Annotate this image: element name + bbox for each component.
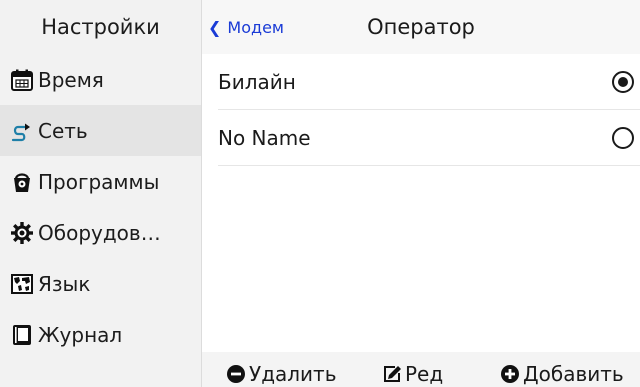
delete-label: Удалить xyxy=(249,362,337,386)
sidebar-item-label: Оборудов… xyxy=(38,220,161,245)
chevron-left-icon: ❮ xyxy=(208,17,222,37)
operator-list: Билайн No Name xyxy=(202,54,640,352)
back-button[interactable]: ❮ Модем xyxy=(208,0,284,54)
sidebar-item-language[interactable]: Язык xyxy=(0,258,201,309)
sidebar-item-label: Программы xyxy=(38,169,160,194)
bottom-toolbar: Удалить Ред Добавить xyxy=(202,352,640,387)
list-item[interactable]: Билайн xyxy=(202,54,640,110)
plus-circle-icon xyxy=(501,365,519,383)
operator-name: No Name xyxy=(218,126,311,150)
map-icon xyxy=(10,272,34,296)
sidebar-item-time[interactable]: Время xyxy=(0,54,201,105)
radio-selected[interactable] xyxy=(612,71,634,93)
sidebar-title: Настройки xyxy=(41,15,160,39)
add-button[interactable]: Добавить xyxy=(500,352,624,387)
gear-icon xyxy=(10,221,34,245)
sidebar-item-log[interactable]: Журнал xyxy=(0,309,201,360)
row-separator xyxy=(218,165,640,166)
calendar-icon xyxy=(10,68,34,92)
edit-label: Ред xyxy=(405,362,444,386)
radio-unselected[interactable] xyxy=(612,127,634,149)
list-item[interactable]: No Name xyxy=(202,110,640,166)
sidebar-item-hardware[interactable]: Оборудов… xyxy=(0,207,201,258)
sidebar-item-label: Время xyxy=(38,67,104,92)
minus-circle-icon xyxy=(227,365,245,383)
back-label: Модем xyxy=(227,17,284,37)
sidebar-item-network[interactable]: Сеть xyxy=(0,105,201,156)
nav-header: ❮ Модем Оператор xyxy=(202,0,640,54)
edit-icon xyxy=(384,366,401,382)
sidebar-item-label: Язык xyxy=(38,271,91,296)
delete-button[interactable]: Удалить xyxy=(226,352,337,387)
sidebar-item-label: Журнал xyxy=(38,322,123,347)
book-icon xyxy=(10,323,34,347)
network-icon xyxy=(10,119,34,143)
package-icon xyxy=(10,170,34,194)
edit-button[interactable]: Ред xyxy=(382,352,443,387)
sidebar-item-label: Сеть xyxy=(38,118,88,143)
sidebar-item-programs[interactable]: Программы xyxy=(0,156,201,207)
sidebar: Настройки Время Сеть Программы Оборудов…… xyxy=(0,0,202,387)
add-label: Добавить xyxy=(523,362,624,386)
operator-name: Билайн xyxy=(218,70,296,94)
